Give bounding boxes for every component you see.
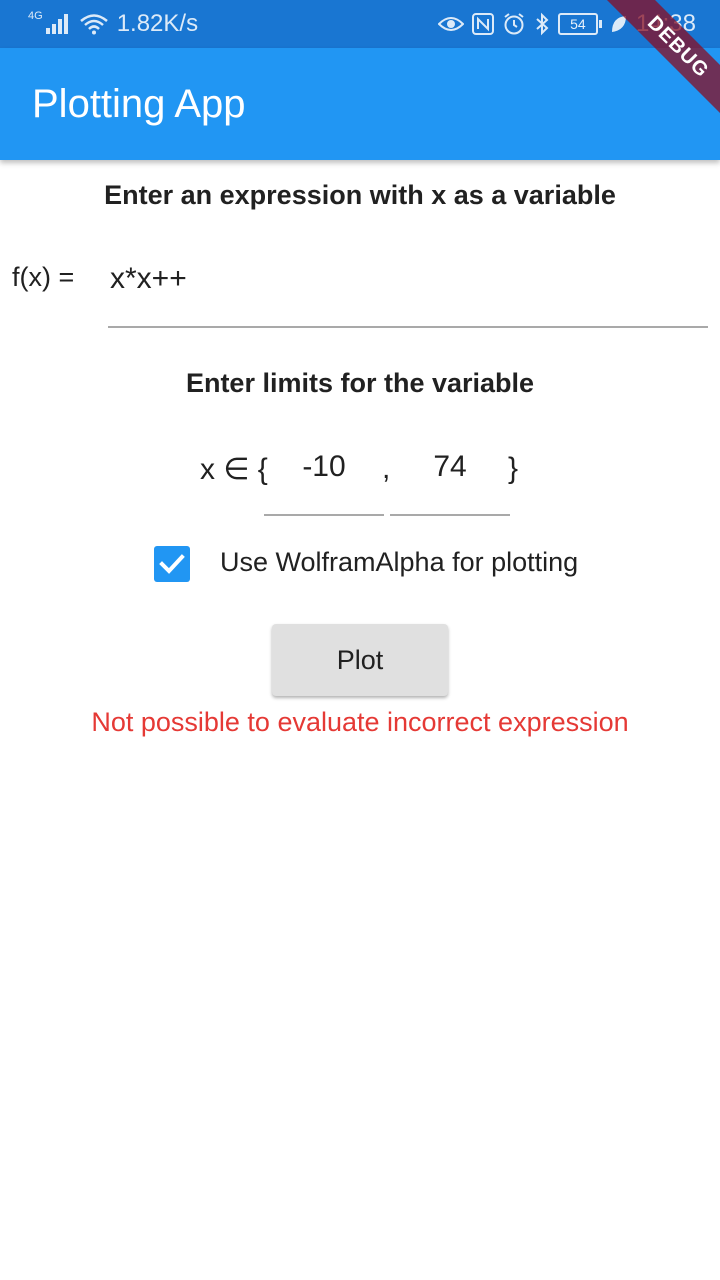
bluetooth-icon <box>534 12 550 36</box>
battery-level: 54 <box>557 13 598 35</box>
checkmark-icon <box>159 554 185 574</box>
status-right: 54 14:38 <box>437 0 696 48</box>
error-message: Not possible to evaluate incorrect expre… <box>91 707 629 737</box>
variable-set-suffix: } <box>508 452 519 485</box>
expression-heading: Enter an expression with x as a variable <box>104 180 616 210</box>
expression-input[interactable]: x*x++ <box>108 248 708 328</box>
expression-label: f(x) = <box>12 262 75 292</box>
status-left: 4G 1.82K/s <box>28 0 198 48</box>
plot-button-label: Plot <box>336 644 384 675</box>
upper-limit-value[interactable]: 74 <box>390 450 510 484</box>
expression-input-value[interactable]: x*x++ <box>110 262 187 296</box>
clock: 14:38 <box>635 10 696 37</box>
screen: 4G 1.82K/s 54 14:38 Plotting App DEBUG E… <box>0 0 720 1280</box>
plot-button[interactable]: Plot <box>272 624 448 696</box>
status-bar: 4G 1.82K/s 54 14:38 <box>0 0 720 48</box>
upper-limit-underline <box>390 514 510 516</box>
leaf-icon <box>610 14 628 34</box>
limits-heading: Enter limits for the variable <box>185 368 535 398</box>
lower-limit-underline <box>264 514 384 516</box>
lower-limit-input[interactable]: -10 <box>264 440 384 516</box>
lower-limit-value[interactable]: -10 <box>264 450 384 484</box>
variable-set-prefix: x ∈ { <box>200 453 268 486</box>
battery-icon: 54 <box>557 13 602 35</box>
app-bar: Plotting App <box>0 48 720 160</box>
wifi-icon <box>79 13 109 35</box>
wolfram-checkbox-label[interactable]: Use WolframAlpha for plotting <box>220 547 578 578</box>
signal-icon <box>45 13 71 35</box>
network-speed: 1.82K/s <box>116 10 199 37</box>
expression-input-underline <box>108 326 708 328</box>
network-type-label: 4G <box>28 10 43 22</box>
wolfram-checkbox[interactable] <box>154 546 190 582</box>
upper-limit-input[interactable]: 74 <box>390 440 510 516</box>
app-title: Plotting App <box>32 81 246 126</box>
nfc-icon <box>471 13 494 35</box>
alarm-icon <box>502 12 526 36</box>
eye-icon <box>437 14 464 34</box>
